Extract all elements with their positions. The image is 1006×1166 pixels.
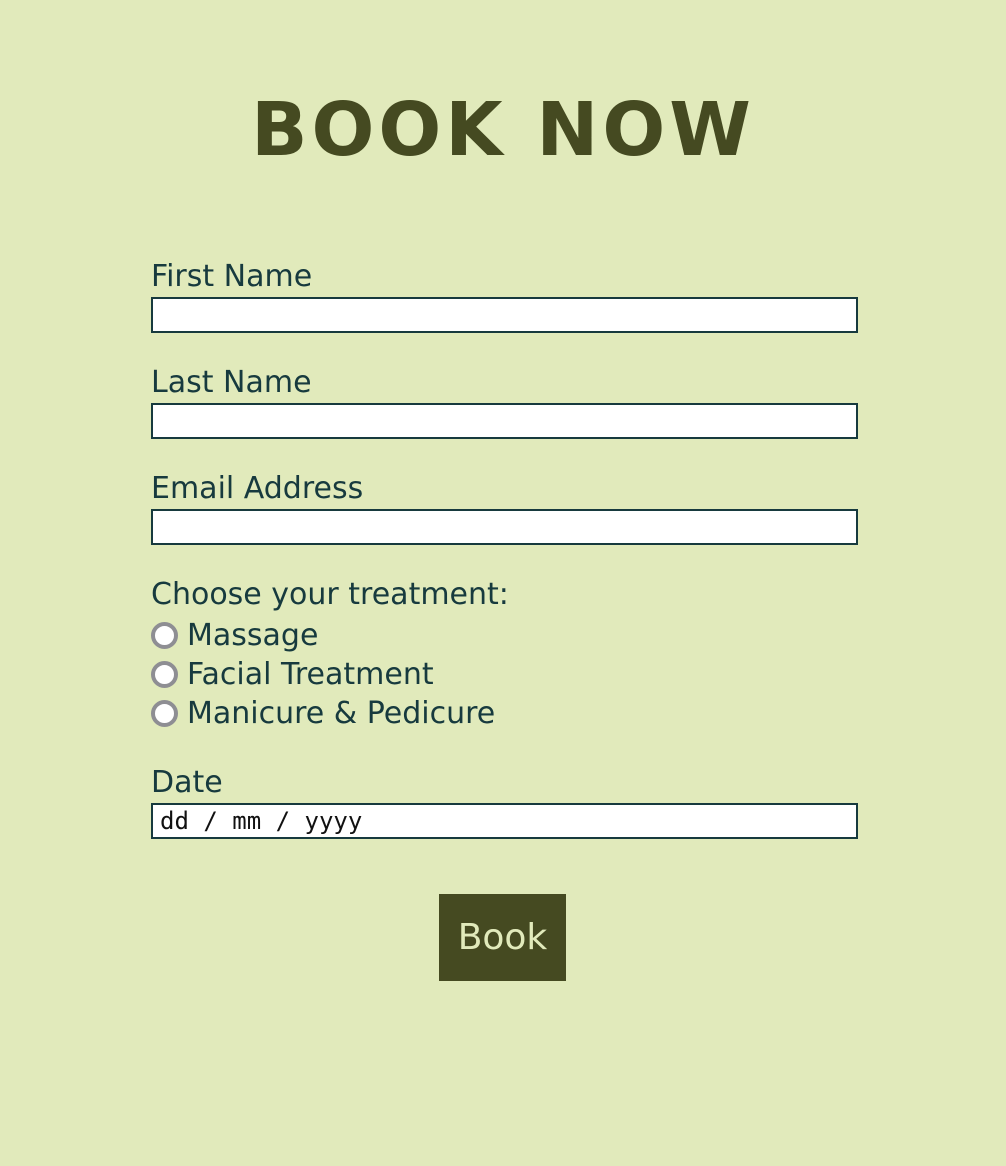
radio-button[interactable] [151, 700, 178, 727]
radio-button[interactable] [151, 661, 178, 688]
date-input[interactable]: dd / mm / yyyy [151, 803, 858, 839]
treatment-group: Choose your treatment: Massage Facial Tr… [151, 576, 858, 733]
radio-label[interactable]: Facial Treatment [187, 656, 434, 694]
date-group: Date dd / mm / yyyy [151, 764, 858, 839]
page-title: BOOK NOW [251, 87, 755, 173]
radio-button[interactable] [151, 622, 178, 649]
first-name-group: First Name [151, 258, 858, 333]
treatment-option-manicure[interactable]: Manicure & Pedicure [151, 694, 858, 733]
treatment-legend: Choose your treatment: [151, 577, 509, 612]
radio-label[interactable]: Massage [187, 617, 318, 655]
treatment-option-massage[interactable]: Massage [151, 616, 858, 655]
first-name-label: First Name [151, 259, 313, 294]
first-name-input[interactable] [151, 297, 858, 333]
treatment-option-facial[interactable]: Facial Treatment [151, 655, 858, 694]
last-name-label: Last Name [151, 365, 312, 400]
last-name-group: Last Name [151, 364, 858, 439]
date-label: Date [151, 765, 223, 800]
email-label: Email Address [151, 471, 364, 506]
email-group: Email Address [151, 470, 858, 545]
book-button[interactable]: Book [439, 894, 566, 981]
booking-form: First Name Last Name Email Address Choos… [151, 258, 858, 870]
last-name-input[interactable] [151, 403, 858, 439]
radio-label[interactable]: Manicure & Pedicure [187, 695, 495, 733]
date-placeholder: dd / mm / yyyy [160, 807, 363, 835]
email-input[interactable] [151, 509, 858, 545]
